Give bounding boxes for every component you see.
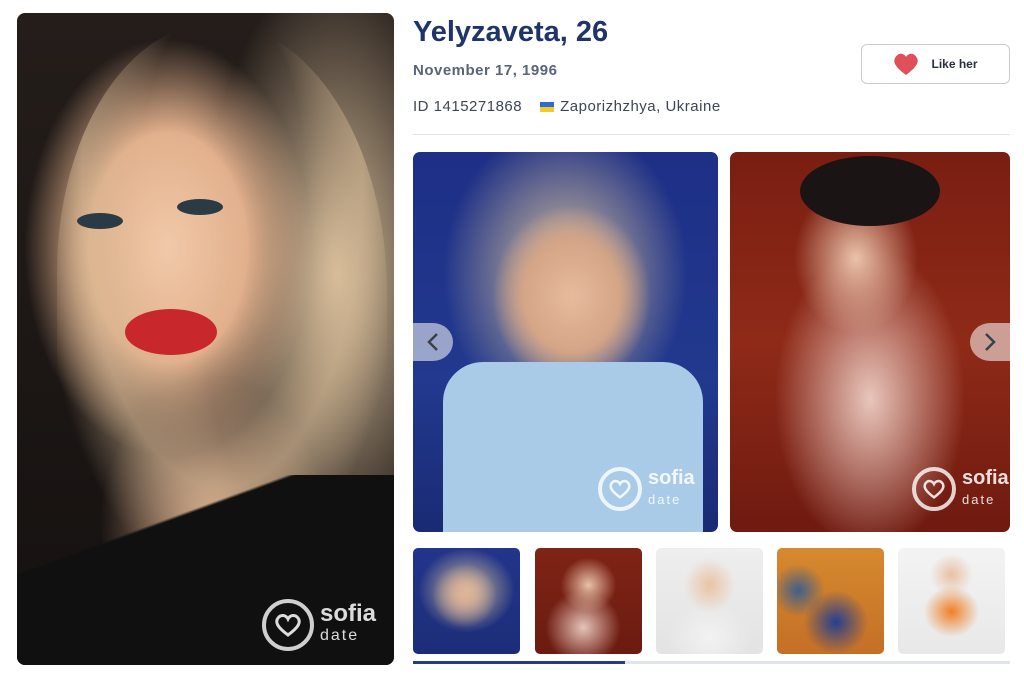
gallery-prev-button[interactable] xyxy=(413,323,453,361)
birth-date: November 17, 1996 xyxy=(413,62,558,79)
thumbnail-scrollbar-thumb[interactable] xyxy=(413,661,625,664)
profile-name-age: Yelyzaveta, 26 xyxy=(413,16,609,48)
ukraine-flag-icon xyxy=(540,101,555,112)
location: Zaporizhzhya, Ukraine xyxy=(540,98,721,115)
main-profile-photo[interactable]: sofia date xyxy=(17,13,394,665)
sofia-heart-logo-icon xyxy=(912,467,956,511)
watermark-brand-bottom: date xyxy=(648,492,682,507)
thumbnail-4[interactable] xyxy=(777,548,884,654)
watermark-brand-bottom: date xyxy=(962,492,996,507)
chevron-left-icon xyxy=(427,333,438,351)
sofia-date-watermark: sofia date xyxy=(262,599,376,651)
watermark-brand-bottom: date xyxy=(320,627,360,644)
gallery-next-button[interactable] xyxy=(970,323,1010,361)
like-her-button[interactable]: Like her xyxy=(861,44,1010,84)
sofia-heart-logo-icon xyxy=(262,599,314,651)
lips xyxy=(125,309,217,355)
profile-id: ID 1415271868 xyxy=(413,98,523,115)
sofia-date-watermark: sofia date xyxy=(912,467,1009,511)
gallery-photo-2[interactable]: sofia date xyxy=(730,152,1010,532)
watermark-brand-top: sofia xyxy=(648,467,695,489)
thumbnail-1[interactable] xyxy=(413,548,520,654)
chevron-right-icon xyxy=(985,333,996,351)
heart-icon xyxy=(894,53,919,75)
thumbnail-2[interactable] xyxy=(535,548,642,654)
thumbnail-5[interactable] xyxy=(898,548,1005,654)
watermark-brand-top: sofia xyxy=(320,600,377,627)
location-text: Zaporizhzhya, Ukraine xyxy=(560,98,721,115)
profile-meta: ID 1415271868 Zaporizhzhya, Ukraine xyxy=(413,98,721,115)
sofia-heart-logo-icon xyxy=(598,467,642,511)
like-her-label: Like her xyxy=(931,57,978,71)
header-divider xyxy=(413,134,1010,135)
watermark-brand-top: sofia xyxy=(962,467,1009,489)
sofia-date-watermark: sofia date xyxy=(598,467,695,511)
gallery-photo-1[interactable]: sofia date xyxy=(413,152,718,532)
hat-shape xyxy=(800,156,940,226)
hair-shape xyxy=(57,23,387,543)
thumbnail-3[interactable] xyxy=(656,548,763,654)
right-eye xyxy=(177,199,223,215)
left-eye xyxy=(77,213,123,229)
